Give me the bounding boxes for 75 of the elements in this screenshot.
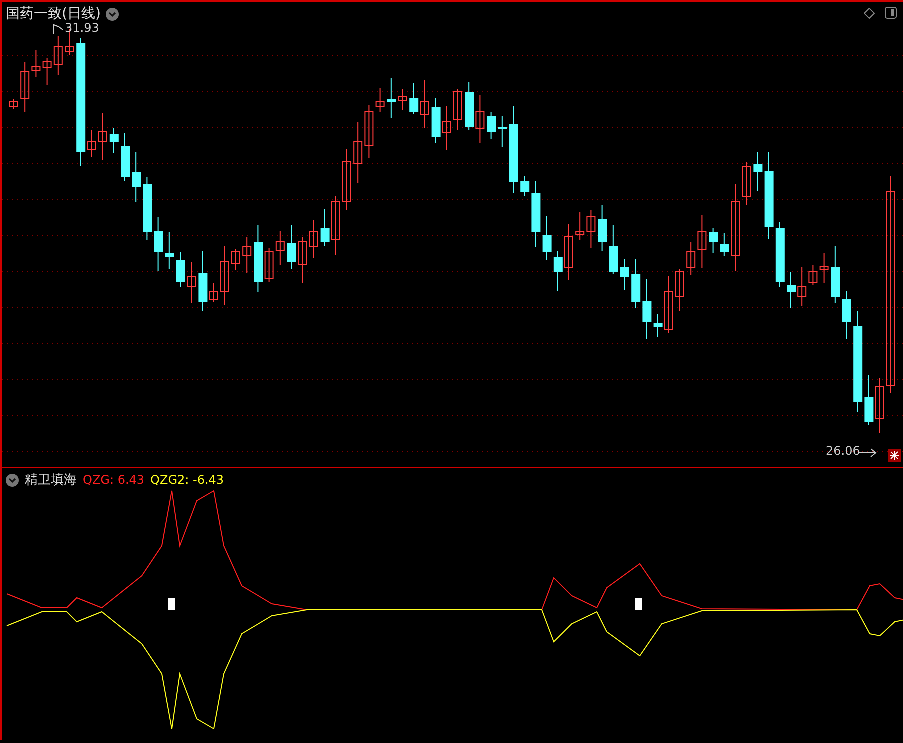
candlestick (875, 378, 884, 434)
candlestick (787, 272, 796, 308)
candlestick (642, 278, 652, 340)
panel-toggle-icon[interactable] (885, 7, 897, 19)
arrow-icon (54, 24, 64, 34)
indicator-name: 精卫填海 (25, 472, 77, 489)
candlestick (554, 250, 563, 292)
diamond-icon[interactable] (864, 8, 875, 18)
candlestick (232, 248, 240, 270)
candlestick (454, 88, 462, 130)
candlestick (110, 128, 119, 154)
candlestick (20, 62, 30, 112)
candlestick (432, 98, 441, 144)
candlestick (476, 94, 485, 144)
signal-marker (168, 598, 175, 610)
candlestick (586, 210, 596, 248)
candlestick (698, 214, 707, 268)
candlestick (798, 266, 807, 306)
chevron-icon[interactable] (106, 8, 119, 20)
candlestick (176, 252, 186, 288)
chart-title: 国药一致(日线) (6, 5, 101, 23)
high-price-label: 31.93 (65, 21, 100, 35)
candlestick (132, 152, 142, 202)
candlestick (808, 264, 818, 286)
candlestick (398, 88, 407, 110)
candlestick (442, 106, 452, 150)
candlestick (686, 242, 696, 276)
low-price-label: 26.06 (826, 444, 860, 458)
candlestick (242, 236, 252, 274)
candlestick (609, 224, 618, 274)
candlestick (842, 290, 852, 340)
candlestick (465, 82, 474, 130)
candlestick (154, 216, 164, 272)
candlestick (342, 148, 352, 210)
candlestick (820, 252, 829, 284)
candlestick (676, 268, 684, 312)
candlestick (487, 112, 496, 140)
candlestick (598, 204, 608, 252)
candlestick (776, 222, 785, 288)
candlestick (165, 232, 174, 270)
candlestick (742, 162, 752, 206)
chevron-icon[interactable] (6, 474, 19, 486)
candlestick (709, 228, 718, 254)
candlestick (364, 104, 374, 158)
candlestick (532, 180, 541, 248)
candlestick (864, 374, 874, 426)
candlestick (32, 50, 41, 78)
candlestick (10, 98, 18, 110)
candlestick (376, 88, 385, 112)
candlestick (498, 116, 508, 148)
candlestick (220, 246, 230, 306)
candlestick (754, 152, 763, 192)
candlestick (98, 112, 108, 160)
indicator-reading: QZG: 6.43 (83, 473, 145, 487)
candlestick (620, 258, 630, 290)
candlestick (288, 224, 296, 270)
candlestick (121, 132, 130, 182)
candlestick (831, 246, 840, 304)
candlestick (632, 258, 641, 308)
candlestick (54, 36, 63, 76)
candlestick (143, 176, 152, 240)
candlestick (520, 176, 530, 196)
candlestick (564, 224, 574, 280)
candlestick (542, 216, 552, 260)
candlestick (387, 78, 396, 118)
candlestick (276, 230, 285, 266)
candlestick (354, 122, 363, 184)
signal-marker (635, 598, 642, 610)
candlestick (298, 236, 308, 284)
indicator-reading: QZG2: -6.43 (150, 473, 224, 487)
candlestick (42, 58, 52, 86)
candlestick (576, 212, 585, 240)
candlestick (720, 232, 730, 256)
candlestick (187, 262, 196, 304)
candlestick (309, 220, 318, 258)
